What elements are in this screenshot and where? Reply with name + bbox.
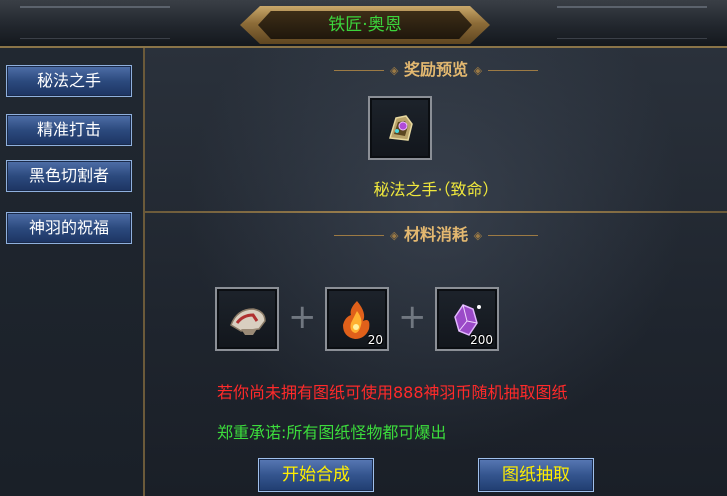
material-count: 200	[470, 333, 493, 347]
reward-header-label: 奖励预览	[403, 60, 468, 79]
gem-glove-icon	[389, 115, 413, 141]
window-title: 铁匠·奥恩	[328, 15, 402, 35]
notice-message: 郑重承诺:所有图纸怪物都可爆出	[217, 423, 447, 442]
materials-header-label: 材料消耗	[403, 225, 468, 244]
ornament-icon: ◈	[473, 64, 483, 77]
sidebar-item-feather-blessing[interactable]: 神羽的祝福	[6, 212, 132, 244]
draw-blueprint-button[interactable]: 图纸抽取	[478, 458, 594, 492]
title-bar: 铁匠·奥恩	[0, 0, 727, 48]
sidebar-item-black-cutter[interactable]: 黑色切割者	[6, 160, 132, 192]
sidebar-item-precise-strike[interactable]: 精准打击	[6, 114, 132, 146]
material-slot-1[interactable]	[215, 287, 279, 351]
plus-icon: +	[288, 297, 317, 337]
warning-message: 若你尚未拥有图纸可使用888神羽币随机抽取图纸	[217, 383, 568, 402]
left-ornament	[20, 6, 170, 39]
reward-item-slot[interactable]	[368, 96, 432, 160]
plus-icon: +	[398, 297, 427, 337]
material-slot-3[interactable]: 200	[435, 287, 499, 351]
pauldron-icon	[230, 308, 266, 335]
reward-item-name: 秘法之手·（致命）	[373, 180, 499, 199]
material-count: 20	[367, 333, 383, 347]
right-ornament	[557, 6, 707, 39]
reward-header: ◈ 奖励预览 ◈	[145, 56, 727, 80]
material-slot-2[interactable]: 20	[325, 287, 389, 351]
sidebar-item-mystic-hand[interactable]: 秘法之手	[6, 65, 132, 97]
start-craft-button[interactable]: 开始合成	[258, 458, 374, 492]
ornament-icon: ◈	[389, 64, 399, 77]
section-divider	[145, 211, 727, 213]
materials-header: ◈ 材料消耗 ◈	[145, 221, 727, 245]
ornament-icon: ◈	[389, 229, 399, 242]
ornament-icon: ◈	[473, 229, 483, 242]
